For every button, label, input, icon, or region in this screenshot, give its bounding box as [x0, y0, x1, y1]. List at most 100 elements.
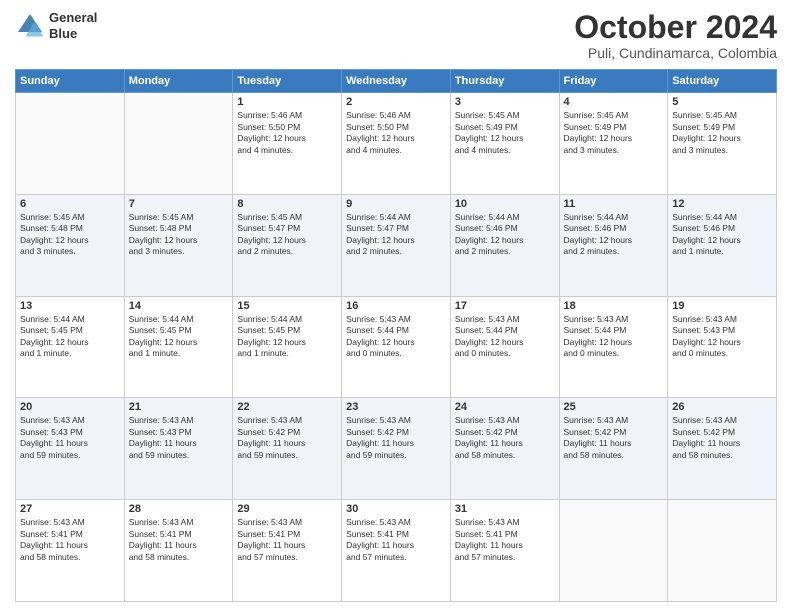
day-number: 4: [564, 96, 664, 108]
cell-info: Sunrise: 5:45 AM Sunset: 5:47 PM Dayligh…: [237, 212, 337, 258]
calendar-cell: 1 Sunrise: 5:46 AM Sunset: 5:50 PM Daylig…: [233, 93, 342, 195]
day-number: 26: [672, 401, 772, 413]
day-number: 1: [237, 96, 337, 108]
day-number: 20: [20, 401, 120, 413]
day-number: 24: [455, 401, 555, 413]
calendar-cell: 11Sunrise: 5:44 AM Sunset: 5:46 PM Dayli…: [559, 194, 668, 296]
calendar-cell: 24 Sunrise: 5:43 AM Sunset: 5:42 PM Dayli…: [450, 398, 559, 500]
day-number: 9: [346, 198, 446, 210]
day-number: 6: [20, 198, 120, 210]
calendar-cell: [124, 93, 233, 195]
weekday-header-monday: Monday: [124, 70, 233, 93]
calendar-cell: 21 Sunrise: 5:43 AM Sunset: 5:43 PM Dayli…: [124, 398, 233, 500]
day-number: 7: [129, 198, 229, 210]
day-number: 5: [672, 96, 772, 108]
day-number: 19: [672, 300, 772, 312]
calendar-cell: 7Sunrise: 5:45 AM Sunset: 5:48 PM Daylig…: [124, 194, 233, 296]
logo-text: General Blue: [49, 10, 97, 41]
cell-info: Sunrise: 5:44 AM Sunset: 5:46 PM Dayligh…: [564, 212, 664, 258]
cell-info: Sunrise: 5:44 AM Sunset: 5:45 PM Dayligh…: [20, 314, 120, 360]
calendar-cell: 27Sunrise: 5:43 AM Sunset: 5:41 PM Dayli…: [16, 500, 125, 602]
calendar-cell: 6Sunrise: 5:45 AM Sunset: 5:48 PM Daylig…: [16, 194, 125, 296]
cell-info: Sunrise: 5:43 AM Sunset: 5:41 PM Dayligh…: [455, 517, 555, 563]
day-number: 25: [564, 401, 664, 413]
calendar-cell: 26Sunrise: 5:43 AM Sunset: 5:42 PM Dayli…: [668, 398, 777, 500]
day-number: 12: [672, 198, 772, 210]
calendar-cell: 9 Sunrise: 5:44 AM Sunset: 5:47 PM Daylig…: [342, 194, 451, 296]
cell-info: Sunrise: 5:43 AM Sunset: 5:41 PM Dayligh…: [346, 517, 446, 563]
day-number: 21: [129, 401, 229, 413]
calendar-cell: 12Sunrise: 5:44 AM Sunset: 5:46 PM Dayli…: [668, 194, 777, 296]
weekday-header-tuesday: Tuesday: [233, 70, 342, 93]
calendar-week-row: 27Sunrise: 5:43 AM Sunset: 5:41 PM Dayli…: [16, 500, 777, 602]
calendar-cell: 5 Sunrise: 5:45 AM Sunset: 5:49 PM Daylig…: [668, 93, 777, 195]
day-number: 3: [455, 96, 555, 108]
calendar-cell: 15 Sunrise: 5:44 AM Sunset: 5:45 PM Dayli…: [233, 296, 342, 398]
cell-info: Sunrise: 5:43 AM Sunset: 5:42 PM Dayligh…: [455, 415, 555, 461]
cell-info: Sunrise: 5:43 AM Sunset: 5:43 PM Dayligh…: [672, 314, 772, 360]
calendar-cell: 17 Sunrise: 5:43 AM Sunset: 5:44 PM Dayli…: [450, 296, 559, 398]
cell-info: Sunrise: 5:43 AM Sunset: 5:44 PM Dayligh…: [564, 314, 664, 360]
day-number: 13: [20, 300, 120, 312]
calendar-cell: 18 Sunrise: 5:43 AM Sunset: 5:44 PM Dayli…: [559, 296, 668, 398]
day-number: 30: [346, 503, 446, 515]
cell-info: Sunrise: 5:46 AM Sunset: 5:50 PM Dayligh…: [346, 110, 446, 156]
calendar-cell: 28 Sunrise: 5:43 AM Sunset: 5:41 PM Dayli…: [124, 500, 233, 602]
calendar-cell: 4Sunrise: 5:45 AM Sunset: 5:49 PM Daylig…: [559, 93, 668, 195]
calendar-week-row: 20 Sunrise: 5:43 AM Sunset: 5:43 PM Dayli…: [16, 398, 777, 500]
day-number: 10: [455, 198, 555, 210]
calendar-cell: [559, 500, 668, 602]
cell-info: Sunrise: 5:43 AM Sunset: 5:41 PM Dayligh…: [237, 517, 337, 563]
calendar-cell: 31 Sunrise: 5:43 AM Sunset: 5:41 PM Dayli…: [450, 500, 559, 602]
cell-info: Sunrise: 5:44 AM Sunset: 5:45 PM Dayligh…: [129, 314, 229, 360]
weekday-header-wednesday: Wednesday: [342, 70, 451, 93]
cell-info: Sunrise: 5:46 AM Sunset: 5:50 PM Dayligh…: [237, 110, 337, 156]
cell-info: Sunrise: 5:43 AM Sunset: 5:44 PM Dayligh…: [346, 314, 446, 360]
day-number: 18: [564, 300, 664, 312]
calendar-cell: 13 Sunrise: 5:44 AM Sunset: 5:45 PM Dayli…: [16, 296, 125, 398]
calendar-cell: 14 Sunrise: 5:44 AM Sunset: 5:45 PM Dayli…: [124, 296, 233, 398]
day-number: 23: [346, 401, 446, 413]
title-block: October 2024 Puli, Cundinamarca, Colombi…: [574, 10, 777, 61]
calendar-cell: [16, 93, 125, 195]
cell-info: Sunrise: 5:44 AM Sunset: 5:45 PM Dayligh…: [237, 314, 337, 360]
calendar-cell: 29 Sunrise: 5:43 AM Sunset: 5:41 PM Dayli…: [233, 500, 342, 602]
calendar-cell: 30 Sunrise: 5:43 AM Sunset: 5:41 PM Dayli…: [342, 500, 451, 602]
cell-info: Sunrise: 5:43 AM Sunset: 5:43 PM Dayligh…: [20, 415, 120, 461]
calendar-week-row: 1 Sunrise: 5:46 AM Sunset: 5:50 PM Daylig…: [16, 93, 777, 195]
calendar-week-row: 13 Sunrise: 5:44 AM Sunset: 5:45 PM Dayli…: [16, 296, 777, 398]
header: General Blue October 2024 Puli, Cundinam…: [15, 10, 777, 61]
cell-info: Sunrise: 5:43 AM Sunset: 5:43 PM Dayligh…: [129, 415, 229, 461]
calendar-cell: 20 Sunrise: 5:43 AM Sunset: 5:43 PM Dayli…: [16, 398, 125, 500]
day-number: 14: [129, 300, 229, 312]
calendar-week-row: 6Sunrise: 5:45 AM Sunset: 5:48 PM Daylig…: [16, 194, 777, 296]
cell-info: Sunrise: 5:44 AM Sunset: 5:46 PM Dayligh…: [455, 212, 555, 258]
day-number: 17: [455, 300, 555, 312]
calendar-page: General Blue October 2024 Puli, Cundinam…: [0, 0, 792, 612]
calendar-cell: 19 Sunrise: 5:43 AM Sunset: 5:43 PM Dayli…: [668, 296, 777, 398]
location: Puli, Cundinamarca, Colombia: [574, 45, 777, 61]
cell-info: Sunrise: 5:44 AM Sunset: 5:47 PM Dayligh…: [346, 212, 446, 258]
calendar-table: SundayMondayTuesdayWednesdayThursdayFrid…: [15, 69, 777, 602]
cell-info: Sunrise: 5:45 AM Sunset: 5:49 PM Dayligh…: [672, 110, 772, 156]
cell-info: Sunrise: 5:43 AM Sunset: 5:41 PM Dayligh…: [129, 517, 229, 563]
cell-info: Sunrise: 5:43 AM Sunset: 5:42 PM Dayligh…: [564, 415, 664, 461]
cell-info: Sunrise: 5:43 AM Sunset: 5:42 PM Dayligh…: [237, 415, 337, 461]
weekday-header-sunday: Sunday: [16, 70, 125, 93]
day-number: 8: [237, 198, 337, 210]
calendar-cell: 3Sunrise: 5:45 AM Sunset: 5:49 PM Daylig…: [450, 93, 559, 195]
calendar-cell: 16 Sunrise: 5:43 AM Sunset: 5:44 PM Dayli…: [342, 296, 451, 398]
calendar-cell: [668, 500, 777, 602]
calendar-cell: 10 Sunrise: 5:44 AM Sunset: 5:46 PM Dayli…: [450, 194, 559, 296]
day-number: 15: [237, 300, 337, 312]
day-number: 22: [237, 401, 337, 413]
weekday-header-friday: Friday: [559, 70, 668, 93]
cell-info: Sunrise: 5:43 AM Sunset: 5:41 PM Dayligh…: [20, 517, 120, 563]
cell-info: Sunrise: 5:43 AM Sunset: 5:44 PM Dayligh…: [455, 314, 555, 360]
day-number: 16: [346, 300, 446, 312]
day-number: 31: [455, 503, 555, 515]
day-number: 28: [129, 503, 229, 515]
cell-info: Sunrise: 5:43 AM Sunset: 5:42 PM Dayligh…: [346, 415, 446, 461]
day-number: 29: [237, 503, 337, 515]
calendar-cell: 23 Sunrise: 5:43 AM Sunset: 5:42 PM Dayli…: [342, 398, 451, 500]
